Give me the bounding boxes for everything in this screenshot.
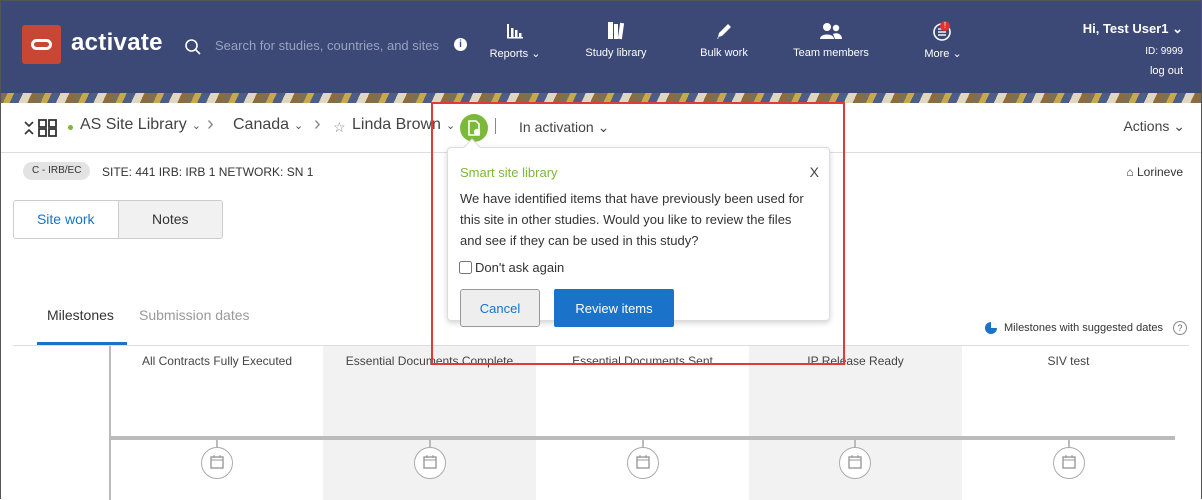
breadcrumb-library[interactable]: AS Site Library ⌄ bbox=[80, 116, 201, 134]
calendar-icon[interactable] bbox=[839, 447, 871, 479]
milestone-label: SIV test bbox=[1047, 354, 1090, 368]
irb-chip: C - IRB/EC bbox=[23, 162, 91, 180]
help-icon[interactable]: ? bbox=[1173, 321, 1187, 335]
nav-team-members[interactable]: Team members bbox=[793, 19, 869, 65]
suggested-dates-legend: Milestones with suggested dates? bbox=[984, 321, 1187, 335]
site-work-button[interactable]: Site work bbox=[14, 201, 119, 238]
notification-badge: ! bbox=[940, 21, 950, 31]
status-dropdown[interactable]: In activation ⌄ bbox=[519, 119, 609, 136]
nav-more[interactable]: ! More ⌄ bbox=[923, 19, 963, 65]
status-dot bbox=[68, 125, 73, 130]
pencil-icon bbox=[717, 24, 731, 39]
milestone-label: All Contracts Fully Executed bbox=[141, 354, 293, 368]
calendar-icon[interactable] bbox=[1053, 447, 1085, 479]
milestone-label: Essential Documents Complete bbox=[345, 354, 514, 368]
star-icon[interactable]: ☆ bbox=[333, 119, 346, 136]
tab-submission-dates[interactable]: Submission dates bbox=[139, 307, 250, 323]
nav-bulk-work[interactable]: Bulk work bbox=[699, 19, 749, 65]
library-icon bbox=[608, 22, 625, 40]
timeline-axis bbox=[109, 346, 111, 500]
tab-milestones[interactable]: Milestones bbox=[47, 307, 114, 323]
nav-study-library[interactable]: Study library bbox=[585, 19, 647, 65]
view-toggle: Site work Notes bbox=[13, 200, 223, 239]
oracle-logo-icon[interactable] bbox=[22, 25, 61, 64]
calendar-icon[interactable] bbox=[414, 447, 446, 479]
site-owner: ⌂ Lorineve bbox=[1126, 165, 1183, 179]
notes-button[interactable]: Notes bbox=[118, 201, 222, 238]
user-id: ID: 9999 bbox=[1145, 46, 1183, 57]
chevron-down-icon: ⌄ bbox=[1169, 118, 1185, 134]
users-icon bbox=[820, 23, 842, 39]
chevron-down-icon: ⌄ bbox=[191, 120, 201, 132]
user-greeting[interactable]: Hi, Test User1 ⌄ bbox=[1083, 21, 1183, 37]
user-menu[interactable]: Hi, Test User1 ⌄ ID: 9999 log out bbox=[1083, 21, 1183, 77]
checkbox-label: Don't ask again bbox=[475, 260, 565, 275]
breadcrumb: AS Site Library ⌄ › Canada ⌄ › ☆ Linda Bro… bbox=[1, 103, 1201, 153]
nav-reports-label: Reports bbox=[489, 48, 529, 60]
cancel-button[interactable]: Cancel bbox=[460, 289, 540, 327]
dont-ask-again-checkbox[interactable] bbox=[459, 261, 472, 274]
chevron-right-icon: › bbox=[314, 113, 321, 135]
calendar-icon[interactable] bbox=[201, 447, 233, 479]
actions-menu[interactable]: Actions ⌄ bbox=[1123, 118, 1185, 135]
nav-reports[interactable]: Reports ⌄ bbox=[489, 19, 541, 65]
nav-bulk-work-label: Bulk work bbox=[700, 47, 748, 59]
document-check-icon bbox=[468, 120, 481, 136]
chevron-down-icon: ⌄ bbox=[445, 120, 456, 132]
logout-link[interactable]: log out bbox=[1083, 65, 1183, 77]
bar-chart-icon bbox=[507, 24, 523, 39]
divider bbox=[495, 118, 496, 134]
site-status-icon[interactable] bbox=[460, 114, 488, 142]
top-navigation-bar: activate i Reports ⌄ Study library B bbox=[1, 1, 1201, 93]
home-icon: ⌂ bbox=[1126, 165, 1137, 179]
search-input[interactable] bbox=[213, 35, 453, 55]
chevron-down-icon: ⌄ bbox=[531, 48, 541, 60]
decorative-banner bbox=[1, 93, 1201, 103]
breadcrumb-site[interactable]: Linda Brown ⌄ bbox=[352, 116, 455, 134]
close-button[interactable]: X bbox=[810, 164, 819, 180]
chevron-down-icon: ⌄ bbox=[952, 48, 962, 60]
chevron-down-icon: ⌄ bbox=[593, 119, 610, 135]
nav-study-library-label: Study library bbox=[585, 47, 647, 59]
search-icon[interactable] bbox=[184, 38, 202, 56]
popover-title: Smart site library bbox=[460, 165, 558, 180]
expand-collapse-grid-icon[interactable] bbox=[23, 119, 57, 137]
review-items-button[interactable]: Review items bbox=[554, 289, 674, 327]
milestone-label: IP Release Ready bbox=[807, 354, 904, 368]
info-icon[interactable]: i bbox=[454, 38, 467, 51]
chevron-down-icon: ⌄ bbox=[294, 120, 304, 132]
chevron-right-icon: › bbox=[207, 113, 214, 135]
smart-site-library-popover: Smart site library X We have identified … bbox=[447, 138, 830, 327]
popover-message: We have identified items that have previ… bbox=[460, 191, 804, 248]
nav-team-members-label: Team members bbox=[793, 47, 869, 59]
brand-name[interactable]: activate bbox=[71, 29, 163, 57]
calendar-icon[interactable] bbox=[627, 447, 659, 479]
breadcrumb-country[interactable]: Canada ⌄ bbox=[233, 116, 303, 134]
nav-more-label: More bbox=[924, 48, 950, 60]
dont-ask-again-option[interactable]: Don't ask again bbox=[459, 260, 564, 275]
site-details: SITE: 441 IRB: IRB 1 NETWORK: SN 1 bbox=[102, 165, 314, 179]
milestone-label: Essential Documents Sent bbox=[572, 354, 713, 368]
pie-icon bbox=[985, 322, 998, 334]
chevron-down-icon: ⌄ bbox=[1168, 21, 1183, 36]
